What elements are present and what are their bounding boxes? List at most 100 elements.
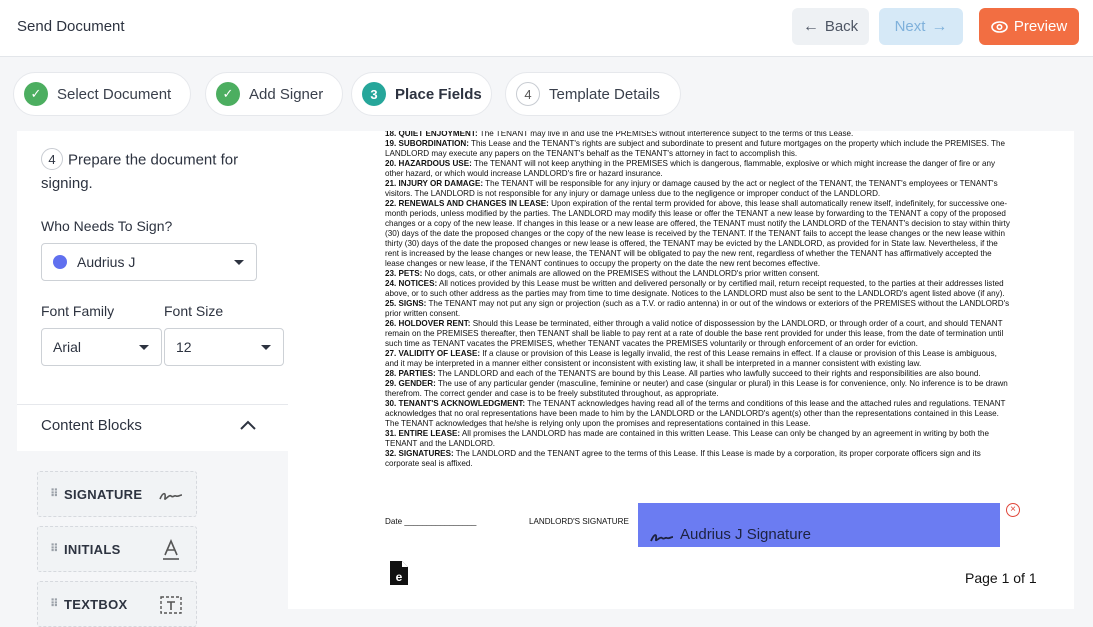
drag-handle-icon[interactable]: ⠿	[50, 543, 59, 554]
preview-button-label: Preview	[1013, 18, 1068, 35]
lease-clause: 23. PETS: No dogs, cats, or other animal…	[385, 269, 1011, 279]
prepare-text: Prepare the document for signing.	[41, 151, 239, 192]
step-number-badge: 3	[362, 82, 386, 106]
step-select-document[interactable]: ✓ Select Document	[13, 72, 191, 116]
content-blocks-header: Content Blocks	[41, 417, 142, 434]
font-size-select[interactable]: 12	[164, 328, 284, 366]
document-text: 18. QUIET ENJOYMENT: The TENANT may live…	[385, 131, 1011, 469]
font-family-select[interactable]: Arial	[41, 328, 162, 366]
textbox-block[interactable]: ⠿ TEXTBOX	[37, 581, 197, 627]
clause-heading: 22. RENEWALS AND CHANGES IN LEASE:	[385, 199, 549, 208]
caret-down-icon	[234, 260, 244, 265]
arrow-left-icon: ←	[802, 17, 819, 35]
clause-body: The use of any particular gender (mascul…	[385, 379, 1008, 398]
clause-heading: 27. VALIDITY OF LEASE:	[385, 349, 481, 358]
date-line: Date ________________	[385, 517, 477, 526]
step-label: Place Fields	[395, 85, 482, 103]
signer-name: Audrius J	[77, 254, 136, 270]
font-size-label: Font Size	[164, 303, 224, 319]
step-label: Add Signer	[249, 85, 324, 103]
lease-clause: 30. TENANT'S ACKNOWLEDGMENT: The TENANT …	[385, 399, 1011, 429]
signature-field-label: Audrius J Signature	[680, 526, 811, 543]
caret-down-icon	[139, 345, 149, 350]
content-blocks-list: ⠿ SIGNATURE ⠿ INITIALS ⠿ TEXTBOX	[17, 451, 288, 627]
lease-clause: 29. GENDER: The use of any particular ge…	[385, 379, 1011, 399]
lease-clause: 19. SUBORDINATION: This Lease and the TE…	[385, 139, 1011, 159]
step-number-badge: 4	[41, 148, 63, 170]
back-button[interactable]: ← Back	[792, 8, 869, 45]
clause-heading: 20. HAZARDOUS USE:	[385, 159, 472, 168]
initials-block[interactable]: ⠿ INITIALS	[37, 526, 197, 572]
clause-body: The LANDLORD and the TENANT agree to the…	[385, 449, 981, 468]
top-bar: Send Document ← Back Next → Preview	[0, 0, 1093, 57]
clause-heading: 18. QUIET ENJOYMENT:	[385, 131, 478, 138]
clause-heading: 25. SIGNS:	[385, 299, 427, 308]
step-template-details[interactable]: 4 Template Details	[505, 72, 681, 116]
page-indicator: Page 1 of 1	[965, 570, 1037, 586]
lease-clause: 31. ENTIRE LEASE: All promises the LANDL…	[385, 429, 1011, 449]
preview-button[interactable]: Preview	[979, 8, 1079, 45]
step-add-signer[interactable]: ✓ Add Signer	[205, 72, 343, 116]
signature-block[interactable]: ⠿ SIGNATURE	[37, 471, 197, 517]
signature-field[interactable]: Audrius J Signature	[638, 503, 1000, 547]
arrow-right-icon: →	[931, 17, 948, 35]
next-button[interactable]: Next →	[879, 8, 963, 45]
lease-clause: 27. VALIDITY OF LEASE: If a clause or pr…	[385, 349, 1011, 369]
back-button-label: Back	[824, 18, 859, 35]
clause-body: Should this Lease be terminated, either …	[385, 319, 1004, 348]
clause-heading: 26. HOLDOVER RENT:	[385, 319, 471, 328]
svg-text:e: e	[396, 570, 403, 584]
document-logo-icon: e	[390, 561, 408, 585]
block-label: SIGNATURE	[64, 486, 143, 502]
fields-panel: 4 Prepare the document for signing. Who N…	[17, 131, 288, 627]
clause-body: All notices provided by this Lease must …	[385, 279, 1005, 298]
signer-color-dot	[53, 255, 67, 269]
divider	[17, 404, 288, 405]
clause-heading: 29. GENDER:	[385, 379, 436, 388]
next-button-label: Next	[894, 18, 926, 35]
signer-select[interactable]: Audrius J	[41, 243, 257, 281]
step-label: Select Document	[57, 85, 172, 103]
who-needs-to-sign-label: Who Needs To Sign?	[41, 218, 173, 234]
clause-body: The TENANT may not put any sign or proje…	[385, 299, 1010, 318]
document-scrollbar[interactable]	[1074, 131, 1093, 609]
step-place-fields[interactable]: 3 Place Fields	[351, 72, 492, 116]
landlord-signature-label: LANDLORD'S SIGNATURE	[529, 517, 629, 526]
block-label: INITIALS	[64, 541, 121, 557]
lease-clause: 21. INJURY OR DAMAGE: The TENANT will be…	[385, 179, 1011, 199]
lease-clause: 24. NOTICES: All notices provided by thi…	[385, 279, 1011, 299]
drag-handle-icon[interactable]: ⠿	[50, 488, 59, 499]
caret-down-icon	[261, 345, 271, 350]
signature-icon	[159, 492, 183, 500]
initials-icon	[163, 539, 179, 560]
eye-icon	[991, 20, 1008, 33]
check-icon: ✓	[24, 82, 48, 106]
clause-heading: 32. SIGNATURES:	[385, 449, 454, 458]
clause-heading: 19. SUBORDINATION:	[385, 139, 469, 148]
clause-heading: 21. INJURY OR DAMAGE:	[385, 179, 484, 188]
signature-icon	[650, 534, 674, 542]
drag-handle-icon[interactable]: ⠿	[50, 598, 59, 609]
clause-body: The TENANT will not keep anything in the…	[385, 159, 996, 178]
clause-body: All promises the LANDLORD has made are c…	[385, 429, 990, 448]
lease-clause: 32. SIGNATURES: The LANDLORD and the TEN…	[385, 449, 1011, 469]
lease-clause: 20. HAZARDOUS USE: The TENANT will not k…	[385, 159, 1011, 179]
clause-heading: 28. PARTIES:	[385, 369, 436, 378]
font-family-value: Arial	[53, 339, 82, 355]
page-title: Send Document	[17, 18, 125, 35]
lease-clause: 18. QUIET ENJOYMENT: The TENANT may live…	[385, 131, 1011, 139]
clause-body: The TENANT may live in and use the PREMI…	[477, 131, 854, 138]
clause-heading: 31. ENTIRE LEASE:	[385, 429, 461, 438]
lease-clause: 26. HOLDOVER RENT: Should this Lease be …	[385, 319, 1011, 349]
prepare-instruction: 4 Prepare the document for signing.	[41, 148, 271, 195]
chevron-up-icon[interactable]	[239, 419, 257, 431]
font-family-label: Font Family	[41, 303, 115, 319]
document-canvas[interactable]: 18. QUIET ENJOYMENT: The TENANT may live…	[288, 131, 1074, 609]
lease-clause: 22. RENEWALS AND CHANGES IN LEASE: Upon …	[385, 199, 1011, 269]
remove-field-icon[interactable]: ×	[1006, 503, 1020, 517]
clause-heading: 24. NOTICES:	[385, 279, 438, 288]
clause-body: No dogs, cats, or other animals are allo…	[422, 269, 820, 278]
clause-heading: 23. PETS:	[385, 269, 423, 278]
lease-clause: 25. SIGNS: The TENANT may not put any si…	[385, 299, 1011, 319]
clause-body: The LANDLORD and each of the TENANTS are…	[435, 369, 981, 378]
